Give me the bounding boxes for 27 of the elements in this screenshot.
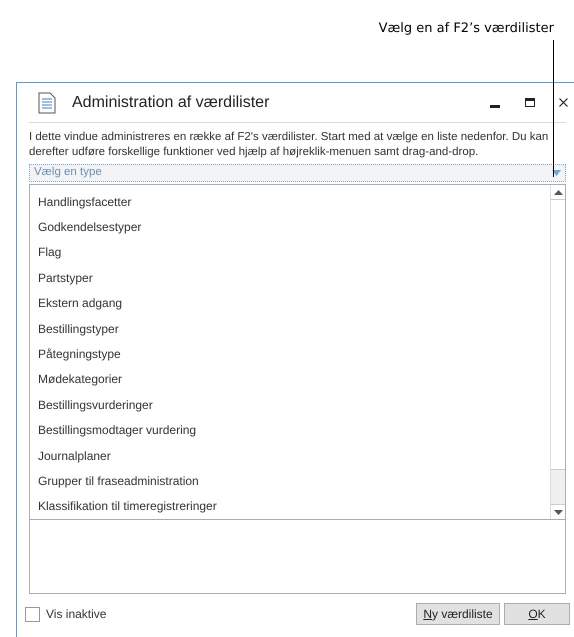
list-item[interactable]: Bestillingstyper	[30, 316, 550, 342]
dialog-button[interactable]: OK	[504, 603, 570, 625]
dropdown-arrow-icon	[552, 170, 561, 176]
scroll-up-button[interactable]	[551, 185, 565, 200]
list-item[interactable]: Journalplaner	[30, 442, 550, 468]
list-item[interactable]: Påtegningstype	[30, 341, 550, 367]
callout-text: Vælg en af F2’s værdilister	[378, 20, 554, 38]
dialog-button[interactable]: Ny værdiliste	[416, 603, 500, 625]
list-item[interactable]: Grupper til fraseadministration	[30, 468, 550, 494]
list-item[interactable]: Flag	[30, 240, 550, 266]
checkbox[interactable]	[25, 606, 40, 622]
down-arrow-icon	[554, 510, 562, 514]
close-icon	[558, 98, 568, 107]
list-item[interactable]: Godkendelsestyper	[30, 214, 550, 240]
window-title: Administration af værdilister	[72, 92, 270, 112]
list-item[interactable]: Klassifikation til timeregistreringer	[30, 494, 550, 520]
list-item[interactable]: Handlingsfacetter	[30, 189, 550, 214]
list-item[interactable]: Bestillingsvurderinger	[30, 392, 550, 418]
list-item[interactable]: Mødekategorier	[30, 366, 550, 392]
scroll-down-button[interactable]	[551, 504, 565, 519]
list-item[interactable]: Partstyper	[30, 265, 550, 291]
list-item[interactable]: Ekstern adgang	[30, 290, 550, 316]
up-arrow-icon	[554, 190, 562, 194]
checkbox-label: Vis inaktive	[46, 606, 106, 623]
description-text: I dette vindue administreres en række af F2's værdilister. Start med at vælge en liste nedenfor. Du kan derefter udføre forskellige funktioner ved hjælp af højreklik-menuen samt drag-and-drop.	[29, 130, 550, 160]
document-icon	[38, 92, 56, 114]
list-item[interactable]: Bestillingsmodtager vurdering	[30, 418, 550, 443]
